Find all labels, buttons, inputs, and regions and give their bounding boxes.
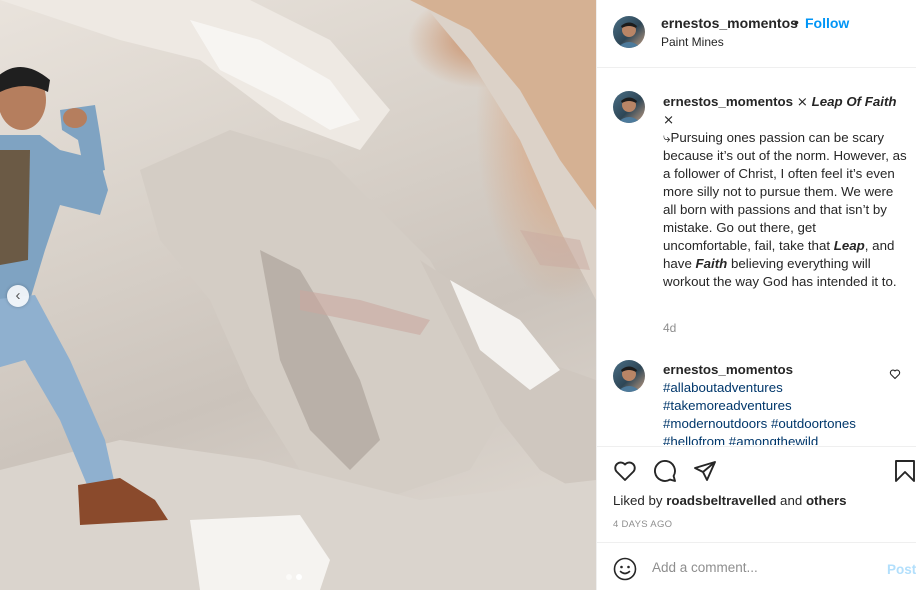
hashtag-link[interactable]: #takemoreadventures <box>663 398 792 413</box>
likes-middle: and <box>776 493 806 508</box>
caption-title-prefix: ⨯ <box>793 94 812 109</box>
comment-like-heart-icon[interactable] <box>889 367 901 385</box>
separator-dot: • <box>794 14 799 30</box>
caption-keyword: Leap <box>833 238 865 253</box>
post-photo-scene <box>0 0 596 590</box>
hashtag-link[interactable]: #allaboutadventures <box>663 380 783 395</box>
likes-prefix: Liked by <box>613 493 667 508</box>
post-author-username[interactable]: ernestos_momentos <box>661 15 798 31</box>
comment-icon[interactable] <box>653 459 677 488</box>
add-comment-input[interactable] <box>652 555 867 579</box>
comment-avatar[interactable] <box>613 360 645 392</box>
share-icon[interactable] <box>693 459 717 488</box>
avatar[interactable] <box>613 16 645 48</box>
hashtag-link[interactable]: #outdoortones <box>771 416 856 431</box>
post-side-panel: ernestos_momentos • Follow Paint Mines e… <box>596 0 916 590</box>
liker-username[interactable]: roadsbeltravelled <box>666 493 776 508</box>
caption-timestamp: 4d <box>663 321 677 335</box>
likes-others-link[interactable]: others <box>806 493 847 508</box>
carousel-indicator <box>286 574 302 580</box>
comment-username[interactable]: ernestos_momentos <box>663 361 889 379</box>
emoji-icon[interactable] <box>613 557 637 586</box>
hashtag-link[interactable]: #hellofrom <box>663 434 725 445</box>
comments-section[interactable]: ernestos_momentos ⨯ Leap Of Faith ⨯ ⤷Purs… <box>597 69 916 445</box>
caption-title: Leap Of Faith <box>811 94 897 109</box>
comment-item: ernestos_momentos #allaboutadventures #t… <box>663 361 889 445</box>
caption-avatar[interactable] <box>613 91 645 123</box>
post-location[interactable]: Paint Mines <box>661 35 724 49</box>
caption-title-suffix: ⨯ <box>663 112 675 127</box>
hashtag-link[interactable]: #modernoutdoors <box>663 416 767 431</box>
bookmark-icon[interactable] <box>893 459 916 488</box>
post-caption: ernestos_momentos ⨯ Leap Of Faith ⨯ ⤷Purs… <box>663 93 907 291</box>
hashtag-link[interactable]: #amongthewild <box>729 434 818 445</box>
post-photo[interactable]: ‹ <box>0 0 596 590</box>
post-comment-button[interactable]: Post <box>887 562 916 577</box>
post-actions: Liked by roadsbeltravelled and others 4 … <box>597 446 916 542</box>
post-header: ernestos_momentos • Follow Paint Mines <box>597 0 916 68</box>
caption-keyword: Faith <box>695 256 728 271</box>
caption-text: ⤷Pursuing ones passion can be scary beca… <box>663 130 907 253</box>
chevron-left-icon: ‹ <box>15 287 21 304</box>
likes-summary: Liked by roadsbeltravelled and others <box>613 493 847 508</box>
carousel-dot-active <box>296 574 302 580</box>
carousel-dot <box>286 574 292 580</box>
post-time-ago[interactable]: 4 DAYS AGO <box>613 519 672 530</box>
caption-username[interactable]: ernestos_momentos <box>663 94 793 109</box>
heart-icon[interactable] <box>613 459 637 488</box>
carousel-prev-button[interactable]: ‹ <box>7 285 29 307</box>
follow-button[interactable]: Follow <box>805 15 849 31</box>
add-comment-bar: Post <box>597 542 916 590</box>
